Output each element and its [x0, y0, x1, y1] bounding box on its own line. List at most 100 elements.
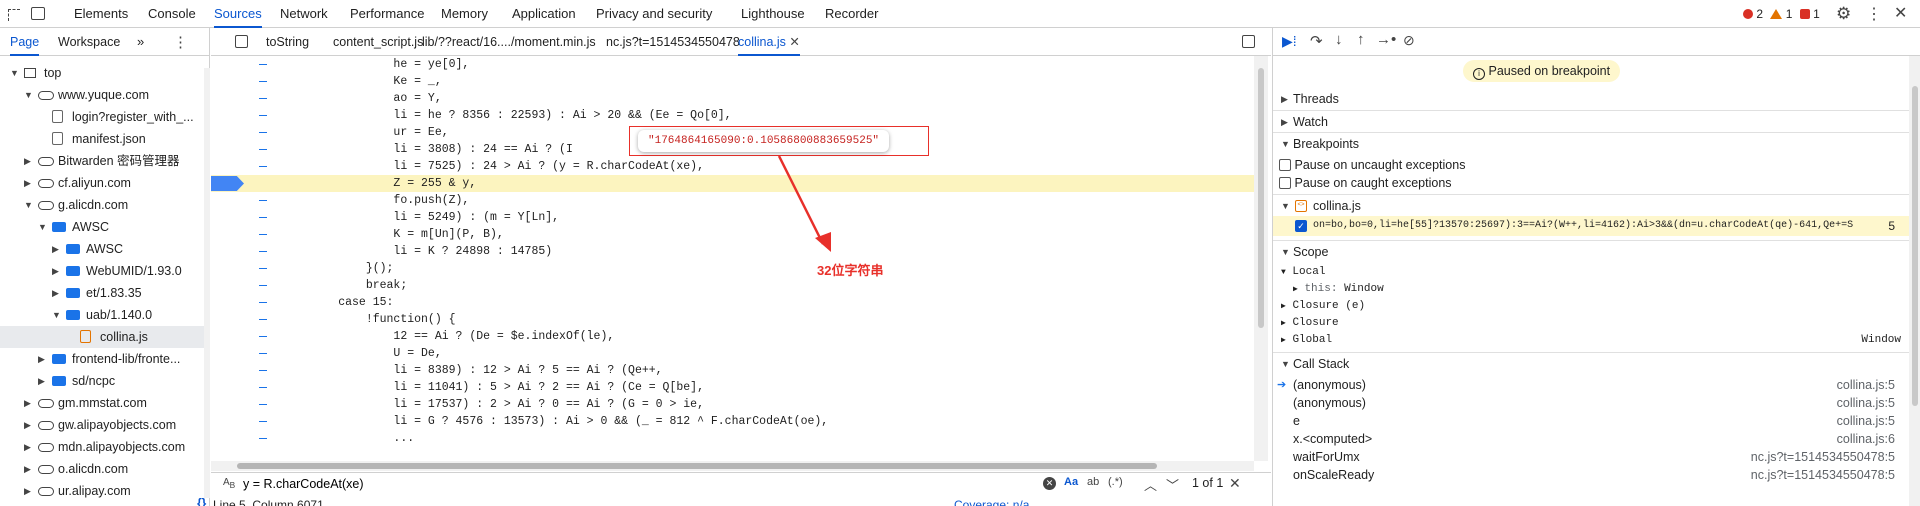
navigator-more-icon[interactable]: ⋮: [173, 33, 188, 51]
tab-memory[interactable]: Memory: [441, 0, 488, 28]
gutter-dash[interactable]: [259, 302, 267, 303]
tab-console[interactable]: Console: [148, 0, 196, 28]
replace-toggle-icon[interactable]: AB: [223, 477, 235, 490]
code-line[interactable]: !function() {: [211, 311, 1254, 328]
code-line[interactable]: li = 8389) : 12 > Ai ? 5 == Ai ? (Qe++,: [211, 362, 1254, 379]
pause-caught-checkbox[interactable]: [1279, 177, 1291, 189]
pause-uncaught-checkbox[interactable]: [1279, 159, 1291, 171]
code-line[interactable]: li = K ? 24898 : 14785): [211, 243, 1254, 260]
chevron-down-icon[interactable]: ▼: [38, 216, 47, 238]
scope-local[interactable]: ▼ Local: [1281, 264, 1325, 280]
scope-this[interactable]: ▶ this: Window: [1293, 281, 1384, 297]
tree-item[interactable]: ▶ et/1.83.35: [0, 282, 205, 304]
code-line[interactable]: li = 5249) : (m = Y[Ln],: [211, 209, 1254, 226]
breakpoint-item[interactable]: ✓ on=bo,bo=0,li=he[55]?13570:25697):3==A…: [1273, 216, 1909, 236]
gutter-dash[interactable]: [259, 268, 267, 269]
chevron-right-icon[interactable]: ▶: [24, 414, 31, 436]
gutter-dash[interactable]: [259, 132, 267, 133]
tree-item[interactable]: ▶ o.alicdn.com: [0, 458, 205, 480]
code-line[interactable]: fo.push(Z),: [211, 192, 1254, 209]
breakpoint-file-row[interactable]: ▼ <> collina.js: [1273, 194, 1909, 216]
regex-icon[interactable]: ab: [1087, 476, 1099, 488]
gutter-dash[interactable]: [259, 81, 267, 82]
call-frame[interactable]: ➔ (anonymous) collina.js:5: [1273, 376, 1909, 394]
error-count-badge[interactable]: 2 1 1: [1743, 6, 1820, 22]
gutter-dash[interactable]: [259, 336, 267, 337]
code-line[interactable]: 12 == Ai ? (De = $e.indexOf(le),: [211, 328, 1254, 345]
device-toolbar-icon[interactable]: [31, 7, 45, 20]
tree-item[interactable]: ▶ sd/ncpc: [0, 370, 205, 392]
call-frame[interactable]: waitForUmx nc.js?t=1514534550478:5: [1273, 448, 1909, 466]
breakpoint-checkbox[interactable]: ✓: [1295, 220, 1307, 232]
tab-recorder[interactable]: Recorder: [825, 0, 878, 28]
editor-tab[interactable]: nc.js?t=1514534550478: [606, 28, 740, 56]
gutter-dash[interactable]: [259, 217, 267, 218]
chevron-right-icon[interactable]: ▶: [24, 436, 31, 458]
step-out-icon[interactable]: ↑: [1357, 31, 1365, 48]
call-frame[interactable]: x.<computed> collina.js:6: [1273, 430, 1909, 448]
chevron-right-icon[interactable]: ▶: [24, 458, 31, 480]
step-over-icon[interactable]: ↷: [1310, 32, 1323, 50]
previous-match-icon[interactable]: ︿: [1144, 475, 1157, 494]
tab-workspace[interactable]: Workspace: [58, 28, 120, 56]
gutter-dash[interactable]: [259, 98, 267, 99]
gutter-dash[interactable]: [259, 149, 267, 150]
tab-page[interactable]: Page: [10, 28, 40, 56]
tab-lighthouse[interactable]: Lighthouse: [741, 0, 805, 28]
code-line[interactable]: li = 11041) : 5 > Ai ? 2 == Ai ? (Ce = Q…: [211, 379, 1254, 396]
more-tabs-icon[interactable]: »: [137, 34, 144, 49]
section-call-stack[interactable]: ▼ Call Stack: [1273, 352, 1909, 374]
chevron-right-icon[interactable]: ▶: [38, 370, 45, 392]
match-case-icon[interactable]: Aa: [1064, 476, 1078, 488]
call-frame[interactable]: onScaleReady nc.js?t=1514534550478:5: [1273, 466, 1909, 484]
code-line[interactable]: K = m[Un](P, B),: [211, 226, 1254, 243]
horizontal-scrollbar[interactable]: [211, 461, 1254, 471]
tab-privacy-and-security[interactable]: Privacy and security: [596, 0, 712, 28]
tree-item[interactable]: manifest.json: [0, 128, 205, 150]
scope-global[interactable]: ▶ Global Window: [1281, 332, 1901, 348]
chevron-down-icon[interactable]: ▼: [24, 84, 33, 106]
chevron-right-icon[interactable]: ▶: [24, 172, 31, 194]
code-line[interactable]: U = De,: [211, 345, 1254, 362]
code-line[interactable]: case 15:: [211, 294, 1254, 311]
gutter-dash[interactable]: [259, 251, 267, 252]
frame-location[interactable]: nc.js?t=1514534550478:5: [1751, 466, 1895, 484]
code-line[interactable]: li = G ? 4576 : 13573) : Ai > 0 && (_ = …: [211, 413, 1254, 430]
coverage-link[interactable]: Coverage: n/a: [954, 498, 1029, 506]
chevron-right-icon[interactable]: ▶: [52, 282, 59, 304]
editor-tab[interactable]: collina.js ✕: [738, 28, 800, 56]
pause-caught-row[interactable]: Pause on caught exceptions: [1279, 174, 1452, 192]
scope-closure-e[interactable]: ▶ Closure (e): [1281, 298, 1365, 314]
pause-uncaught-row[interactable]: Pause on uncaught exceptions: [1279, 156, 1465, 174]
tree-item[interactable]: ▶ cf.aliyun.com: [0, 172, 205, 194]
editor-tab[interactable]: content_script.js: [333, 28, 423, 56]
gutter-dash[interactable]: [259, 438, 267, 439]
whole-word-icon[interactable]: (.*): [1108, 476, 1123, 488]
frame-location[interactable]: nc.js?t=1514534550478:5: [1751, 448, 1895, 466]
chevron-down-icon[interactable]: ▼: [10, 62, 19, 84]
code-line[interactable]: li = 17537) : 2 > Ai ? 0 == Ai ? (G = 0 …: [211, 396, 1254, 413]
resume-icon[interactable]: ▶⁞: [1282, 33, 1297, 50]
scroll-thumb[interactable]: [237, 463, 1157, 469]
frame-location[interactable]: collina.js:5: [1837, 394, 1895, 412]
gutter-dash[interactable]: [259, 115, 267, 116]
gutter-dash[interactable]: [259, 319, 267, 320]
tree-item[interactable]: login?register_with_...: [0, 106, 205, 128]
gutter-dash[interactable]: [259, 353, 267, 354]
tree-item[interactable]: ▶ ur.alipay.com: [0, 480, 205, 502]
tree-item[interactable]: ▼ uab/1.140.0: [0, 304, 205, 326]
vscroll-thumb[interactable]: [1258, 68, 1264, 328]
frame-location[interactable]: collina.js:6: [1837, 430, 1895, 448]
gutter-dash[interactable]: [259, 285, 267, 286]
code-line[interactable]: Ke = _,: [211, 73, 1254, 90]
call-frame[interactable]: (anonymous) collina.js:5: [1273, 394, 1909, 412]
tree-item[interactable]: ▼ g.alicdn.com: [0, 194, 205, 216]
sidebar-scrollbar[interactable]: [1909, 56, 1920, 506]
tree-item[interactable]: ▶ Bitwarden 密码管理器: [0, 150, 205, 172]
toggle-debugger-icon[interactable]: [1242, 35, 1255, 48]
chevron-right-icon[interactable]: ▶: [52, 260, 59, 282]
tree-item[interactable]: ▼ top: [0, 62, 205, 84]
tab-sources[interactable]: Sources: [214, 0, 262, 28]
tree-item[interactable]: ▼ AWSC: [0, 216, 205, 238]
frame-location[interactable]: collina.js:5: [1837, 412, 1895, 430]
